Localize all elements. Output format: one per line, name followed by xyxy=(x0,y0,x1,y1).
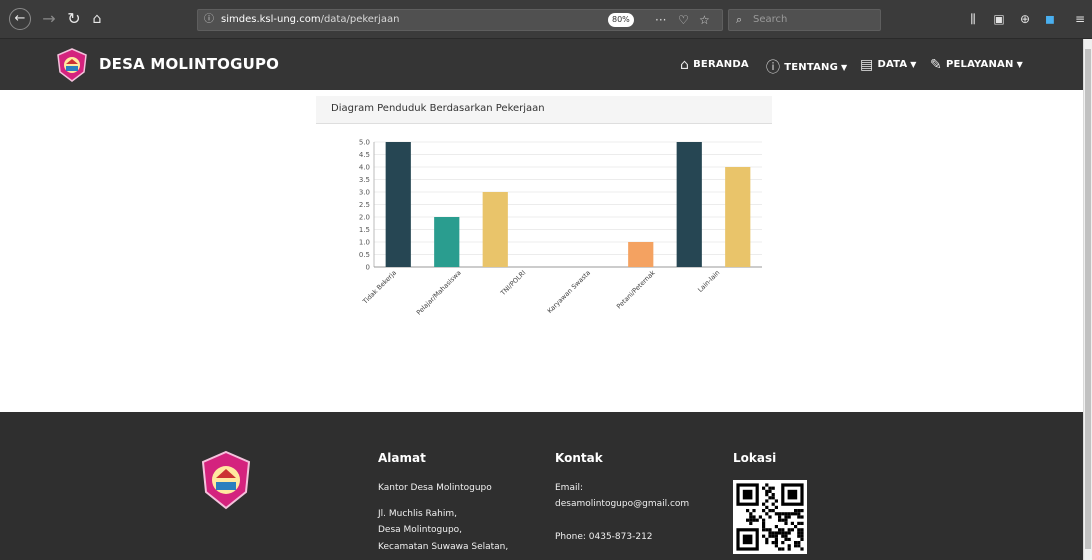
chevron-down-icon: ▼ xyxy=(841,63,848,72)
search-icon: ⌕ xyxy=(736,13,743,26)
document-icon: ▤ xyxy=(860,57,874,73)
sidebar-icon[interactable]: ▣ xyxy=(990,9,1008,29)
back-button[interactable]: ← xyxy=(9,8,31,30)
footer-kontak-title: Kontak xyxy=(555,451,603,465)
x-tick-label: TNI/POLRI xyxy=(498,269,527,298)
bookmark-star-icon[interactable]: ☆ xyxy=(699,10,710,30)
footer-alamat-title: Alamat xyxy=(378,451,426,465)
x-tick-label: Pelajar/Mahasiswa xyxy=(415,269,463,317)
y-tick-label: 3.5 xyxy=(359,176,370,184)
footer-alamat-line3: Desa Molintogupo, xyxy=(378,525,463,535)
pocket-icon[interactable]: ♡ xyxy=(678,10,689,30)
info-circle-icon: ⓘ xyxy=(766,60,781,76)
y-tick-label: 4.0 xyxy=(359,164,370,172)
library-icon[interactable]: ⫼ xyxy=(964,9,982,29)
y-tick-label: 1.0 xyxy=(359,239,370,247)
bar-chart: 0 0.5 1.0 1.5 2.0 2.5 3.0 3.5 4.0 4.5 5.0 Tidak Bek… xyxy=(359,139,762,317)
scrollbar[interactable] xyxy=(1083,39,1092,560)
page-actions-icon[interactable]: ··· xyxy=(655,10,666,30)
scrollbar-thumb[interactable] xyxy=(1085,49,1091,549)
x-tick-label: Tidak Bekerja xyxy=(361,269,398,306)
url-path: /data/pekerjaan xyxy=(320,14,400,25)
forward-button[interactable]: → xyxy=(38,8,60,30)
y-tick-label: 2.0 xyxy=(359,214,370,222)
footer-email-label: Email: xyxy=(555,483,584,493)
footer-phone: Phone: 0435-873-212 xyxy=(555,532,653,542)
footer-alamat-line2: Jl. Muchlis Rahim, xyxy=(378,509,457,519)
y-tick-label: 4.5 xyxy=(359,151,370,159)
url-bar[interactable]: ⓘ simdes.ksl-ung.com/data/pekerjaan 80% … xyxy=(197,9,723,31)
bar xyxy=(385,142,411,267)
site-brand[interactable]: DESA MOLINTOGUPO xyxy=(99,55,279,73)
y-tick-label: 0 xyxy=(366,264,370,272)
hamburger-menu-icon[interactable]: ≡ xyxy=(1071,9,1089,29)
browser-toolbar: ← → ↻ ⌂ ⓘ simdes.ksl-ung.com/data/pekerj… xyxy=(0,0,1092,39)
bar xyxy=(725,167,751,267)
footer-alamat-line1: Kantor Desa Molintogupo xyxy=(378,483,492,493)
footer-lokasi-title: Lokasi xyxy=(733,451,777,465)
site-header: DESA MOLINTOGUPO ⌂ BERANDA ⓘ TENTANG ▼ ▤ DAT… xyxy=(0,39,1083,90)
info-icon[interactable]: ⓘ xyxy=(204,10,214,30)
bar xyxy=(676,142,702,267)
nav-data-label: DATA xyxy=(877,59,908,70)
village-logo[interactable] xyxy=(56,48,88,82)
nav-pelayanan[interactable]: ✎ PELAYANAN ▼ xyxy=(930,57,1023,73)
extension-icon[interactable]: ◼ xyxy=(1041,9,1059,29)
chevron-down-icon: ▼ xyxy=(1016,60,1023,69)
chart-panel-heading: Diagram Penduduk Berdasarkan Pekerjaan xyxy=(316,96,772,124)
globe-icon[interactable]: ⊕ xyxy=(1016,9,1034,29)
y-tick-label: 3.0 xyxy=(359,189,370,197)
zoom-badge[interactable]: 80% xyxy=(608,13,634,27)
footer-email[interactable]: desamolintogupo@gmail.com xyxy=(555,497,689,511)
site-footer: Alamat Kantor Desa Molintogupo Jl. Muchl… xyxy=(0,412,1083,560)
footer-logo xyxy=(201,450,251,510)
bar xyxy=(434,217,460,267)
nav-pelayanan-label: PELAYANAN xyxy=(945,59,1014,70)
panel-title: Diagram Penduduk Berdasarkan Pekerjaan xyxy=(331,103,545,114)
edit-document-icon: ✎ xyxy=(930,57,942,73)
y-tick-label: 5.0 xyxy=(359,139,370,147)
reload-button[interactable]: ↻ xyxy=(63,8,85,30)
nav-beranda-label: BERANDA xyxy=(693,59,749,70)
search-placeholder: Search xyxy=(753,14,788,25)
bar xyxy=(628,242,654,267)
nav-tentang[interactable]: ⓘ TENTANG ▼ xyxy=(766,57,847,77)
search-input[interactable]: ⌕ Search xyxy=(728,9,881,31)
y-tick-label: 1.5 xyxy=(359,226,370,234)
y-tick-label: 2.5 xyxy=(359,201,370,209)
x-tick-label: Karyawan Swasta xyxy=(546,269,592,315)
y-tick-label: 0.5 xyxy=(359,251,370,259)
url-domain: simdes.ksl-ung.com xyxy=(221,14,321,25)
bar xyxy=(482,192,508,267)
home-icon: ⌂ xyxy=(680,57,690,73)
nav-beranda[interactable]: ⌂ BERANDA xyxy=(680,57,749,73)
location-qr-code[interactable] xyxy=(733,480,807,554)
nav-data[interactable]: ▤ DATA ▼ xyxy=(860,57,917,73)
x-tick-label: Lain-lain xyxy=(696,269,721,294)
chevron-down-icon: ▼ xyxy=(910,60,917,69)
footer-alamat-line4: Kecamatan Suwawa Selatan, xyxy=(378,542,509,552)
home-button[interactable]: ⌂ xyxy=(86,8,108,30)
x-tick-label: Petani/Peternak xyxy=(615,269,657,311)
nav-tentang-label: TENTANG xyxy=(784,62,838,73)
